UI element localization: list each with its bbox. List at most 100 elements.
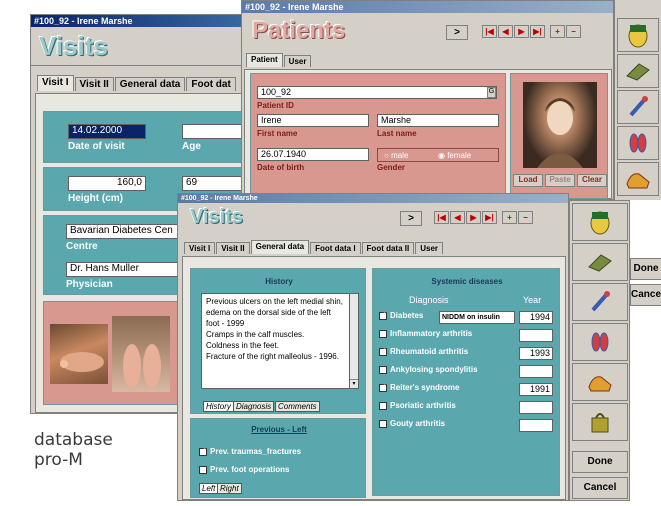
hands-icon[interactable]	[572, 243, 628, 281]
subtab-left[interactable]: Left	[199, 483, 219, 494]
nav-first-button[interactable]: |◀	[434, 211, 449, 224]
tab-visit-1[interactable]: Visit I	[184, 242, 216, 254]
year-header: Year	[523, 295, 542, 305]
tab-user[interactable]: User	[283, 55, 312, 67]
bag-icon[interactable]	[572, 403, 628, 441]
tool-icon[interactable]	[572, 283, 628, 321]
disease-year-field[interactable]	[519, 365, 553, 378]
head-icon[interactable]	[572, 203, 628, 241]
disease-checkbox[interactable]: ✔	[379, 347, 387, 356]
previous-title: Previous - Left	[251, 425, 307, 434]
nav-add-button[interactable]: +	[502, 211, 517, 224]
disease-year-field[interactable]: 1993	[519, 347, 553, 360]
disease-year-field[interactable]	[519, 401, 553, 414]
nav-last-button[interactable]: ▶|	[530, 25, 545, 38]
history-scrollbar[interactable]: ▾	[349, 293, 359, 389]
operations-checkbox[interactable]	[199, 465, 207, 474]
tool-icon[interactable]	[617, 90, 659, 124]
patients-heading: Patients	[252, 17, 346, 44]
disease-year-field[interactable]	[519, 329, 553, 342]
previous-item-traumas[interactable]: ✔ Prev. traumas_fractures	[199, 447, 301, 456]
height-field[interactable]: 160,0	[68, 176, 146, 191]
scroll-down-arrow[interactable]: ▾	[350, 379, 358, 388]
operations-label: Prev. foot operations	[210, 465, 290, 474]
tab-foot-data-2[interactable]: Foot data II	[361, 242, 415, 254]
nav-prev-button[interactable]: ◀	[498, 25, 513, 38]
disease-label: Rheumatoid arthritis	[390, 347, 469, 356]
tab-visit-1[interactable]: Visit I	[37, 75, 74, 91]
load-photo-button[interactable]: Load	[513, 174, 543, 187]
pointer-button[interactable]: >	[400, 211, 422, 226]
tab-user[interactable]: User	[415, 242, 444, 254]
gender-male-radio[interactable]: ○ male	[384, 151, 408, 160]
disease-checkbox[interactable]: ✔	[379, 311, 387, 320]
tab-general-data[interactable]: General data	[250, 240, 310, 254]
done-button[interactable]: Done	[572, 451, 628, 473]
patient-photo-panel: Load Paste Clear	[510, 73, 608, 199]
patient-id-field[interactable]: 100_92	[257, 86, 497, 99]
feet-icon[interactable]	[572, 323, 628, 361]
disease-checkbox[interactable]	[379, 365, 387, 374]
disease-checkbox[interactable]: ✔	[379, 383, 387, 392]
pointer-button[interactable]: >	[446, 25, 468, 40]
window-title: #100_92 - Irene Marshe	[242, 1, 613, 13]
traumas-checkbox[interactable]: ✔	[199, 447, 207, 456]
diagnosis-header: Diagnosis	[409, 295, 449, 305]
nav-next-button[interactable]: ▶	[466, 211, 481, 224]
head-icon[interactable]	[617, 18, 659, 52]
nav-delete-button[interactable]: −	[518, 211, 533, 224]
tab-patient[interactable]: Patient	[246, 53, 283, 67]
tab-general-data[interactable]: General data	[114, 77, 186, 91]
patient-id-label: Patient ID	[257, 101, 294, 110]
feet-icon[interactable]	[617, 126, 659, 160]
paste-photo-button[interactable]: Paste	[545, 174, 575, 187]
cancel-button-back[interactable]: Cancel	[630, 284, 661, 306]
date-of-visit-field[interactable]: 14.02.2000	[68, 124, 146, 139]
disease-label: Reiter's syndrome	[390, 383, 460, 392]
history-textarea[interactable]: Previous ulcers on the left medial shin,…	[201, 293, 351, 389]
tab-foot-data-1[interactable]: Foot data I	[310, 242, 361, 254]
disease-checkbox[interactable]	[379, 329, 387, 338]
gender-female-radio[interactable]: ◉ female	[438, 151, 471, 160]
last-name-label: Last name	[377, 129, 417, 138]
nav-delete-button[interactable]: −	[566, 25, 581, 38]
tab-visit-2[interactable]: Visit II	[216, 242, 250, 254]
disease-year-field[interactable]: 1991	[519, 383, 553, 396]
nav-next-button[interactable]: ▶	[514, 25, 529, 38]
nav-last-button[interactable]: ▶|	[482, 211, 497, 224]
disease-year-field[interactable]	[519, 419, 553, 432]
visits-window-front: #100_92 - Irene Marshe Visits > |◀ ◀ ▶ ▶…	[177, 193, 569, 501]
visits-heading: Visits	[190, 206, 243, 228]
nav-prev-button[interactable]: ◀	[450, 211, 465, 224]
gender-male-label: male	[391, 151, 409, 160]
subtab-comments[interactable]: Comments	[275, 401, 320, 412]
nav-first-button[interactable]: |◀	[482, 25, 497, 38]
visit-date-panel: 14.02.2000 Date of visit Age	[43, 111, 253, 163]
first-name-field[interactable]: Irene	[257, 114, 369, 127]
dob-field[interactable]: 26.07.1940	[257, 148, 369, 161]
nav-add-button[interactable]: +	[550, 25, 565, 38]
subtab-diagnosis[interactable]: Diagnosis	[233, 401, 275, 412]
done-button-back[interactable]: Done	[630, 258, 661, 280]
disease-type-field[interactable]: NIDDM on insulin	[439, 311, 515, 324]
cancel-button[interactable]: Cancel	[572, 477, 628, 499]
tab-visit-2[interactable]: Visit II	[74, 77, 114, 91]
subtab-right[interactable]: Right	[217, 483, 242, 494]
disease-year-field[interactable]: 1994	[519, 311, 553, 324]
disease-row: Gouty arthritis	[379, 419, 557, 433]
right-toolbar	[614, 0, 661, 200]
clear-photo-button[interactable]: Clear	[577, 174, 607, 187]
disease-checkbox[interactable]	[379, 419, 387, 428]
shoe-icon[interactable]	[572, 363, 628, 401]
tab-foot-data[interactable]: Foot dat	[186, 77, 236, 91]
previous-item-operations[interactable]: Prev. foot operations	[199, 465, 289, 474]
first-name-label: First name	[257, 129, 298, 138]
shoe-icon[interactable]	[617, 162, 659, 196]
history-panel: History Previous ulcers on the left medi…	[190, 268, 366, 414]
last-name-field[interactable]: Marshe	[377, 114, 499, 127]
subtab-history[interactable]: History	[203, 401, 234, 412]
patients-window: #100_92 - Irene Marshe Patients > |◀ ◀ ▶…	[241, 0, 614, 200]
patient-id-lookup-button[interactable]: G	[487, 87, 496, 98]
disease-checkbox[interactable]	[379, 401, 387, 410]
hands-icon[interactable]	[617, 54, 659, 88]
